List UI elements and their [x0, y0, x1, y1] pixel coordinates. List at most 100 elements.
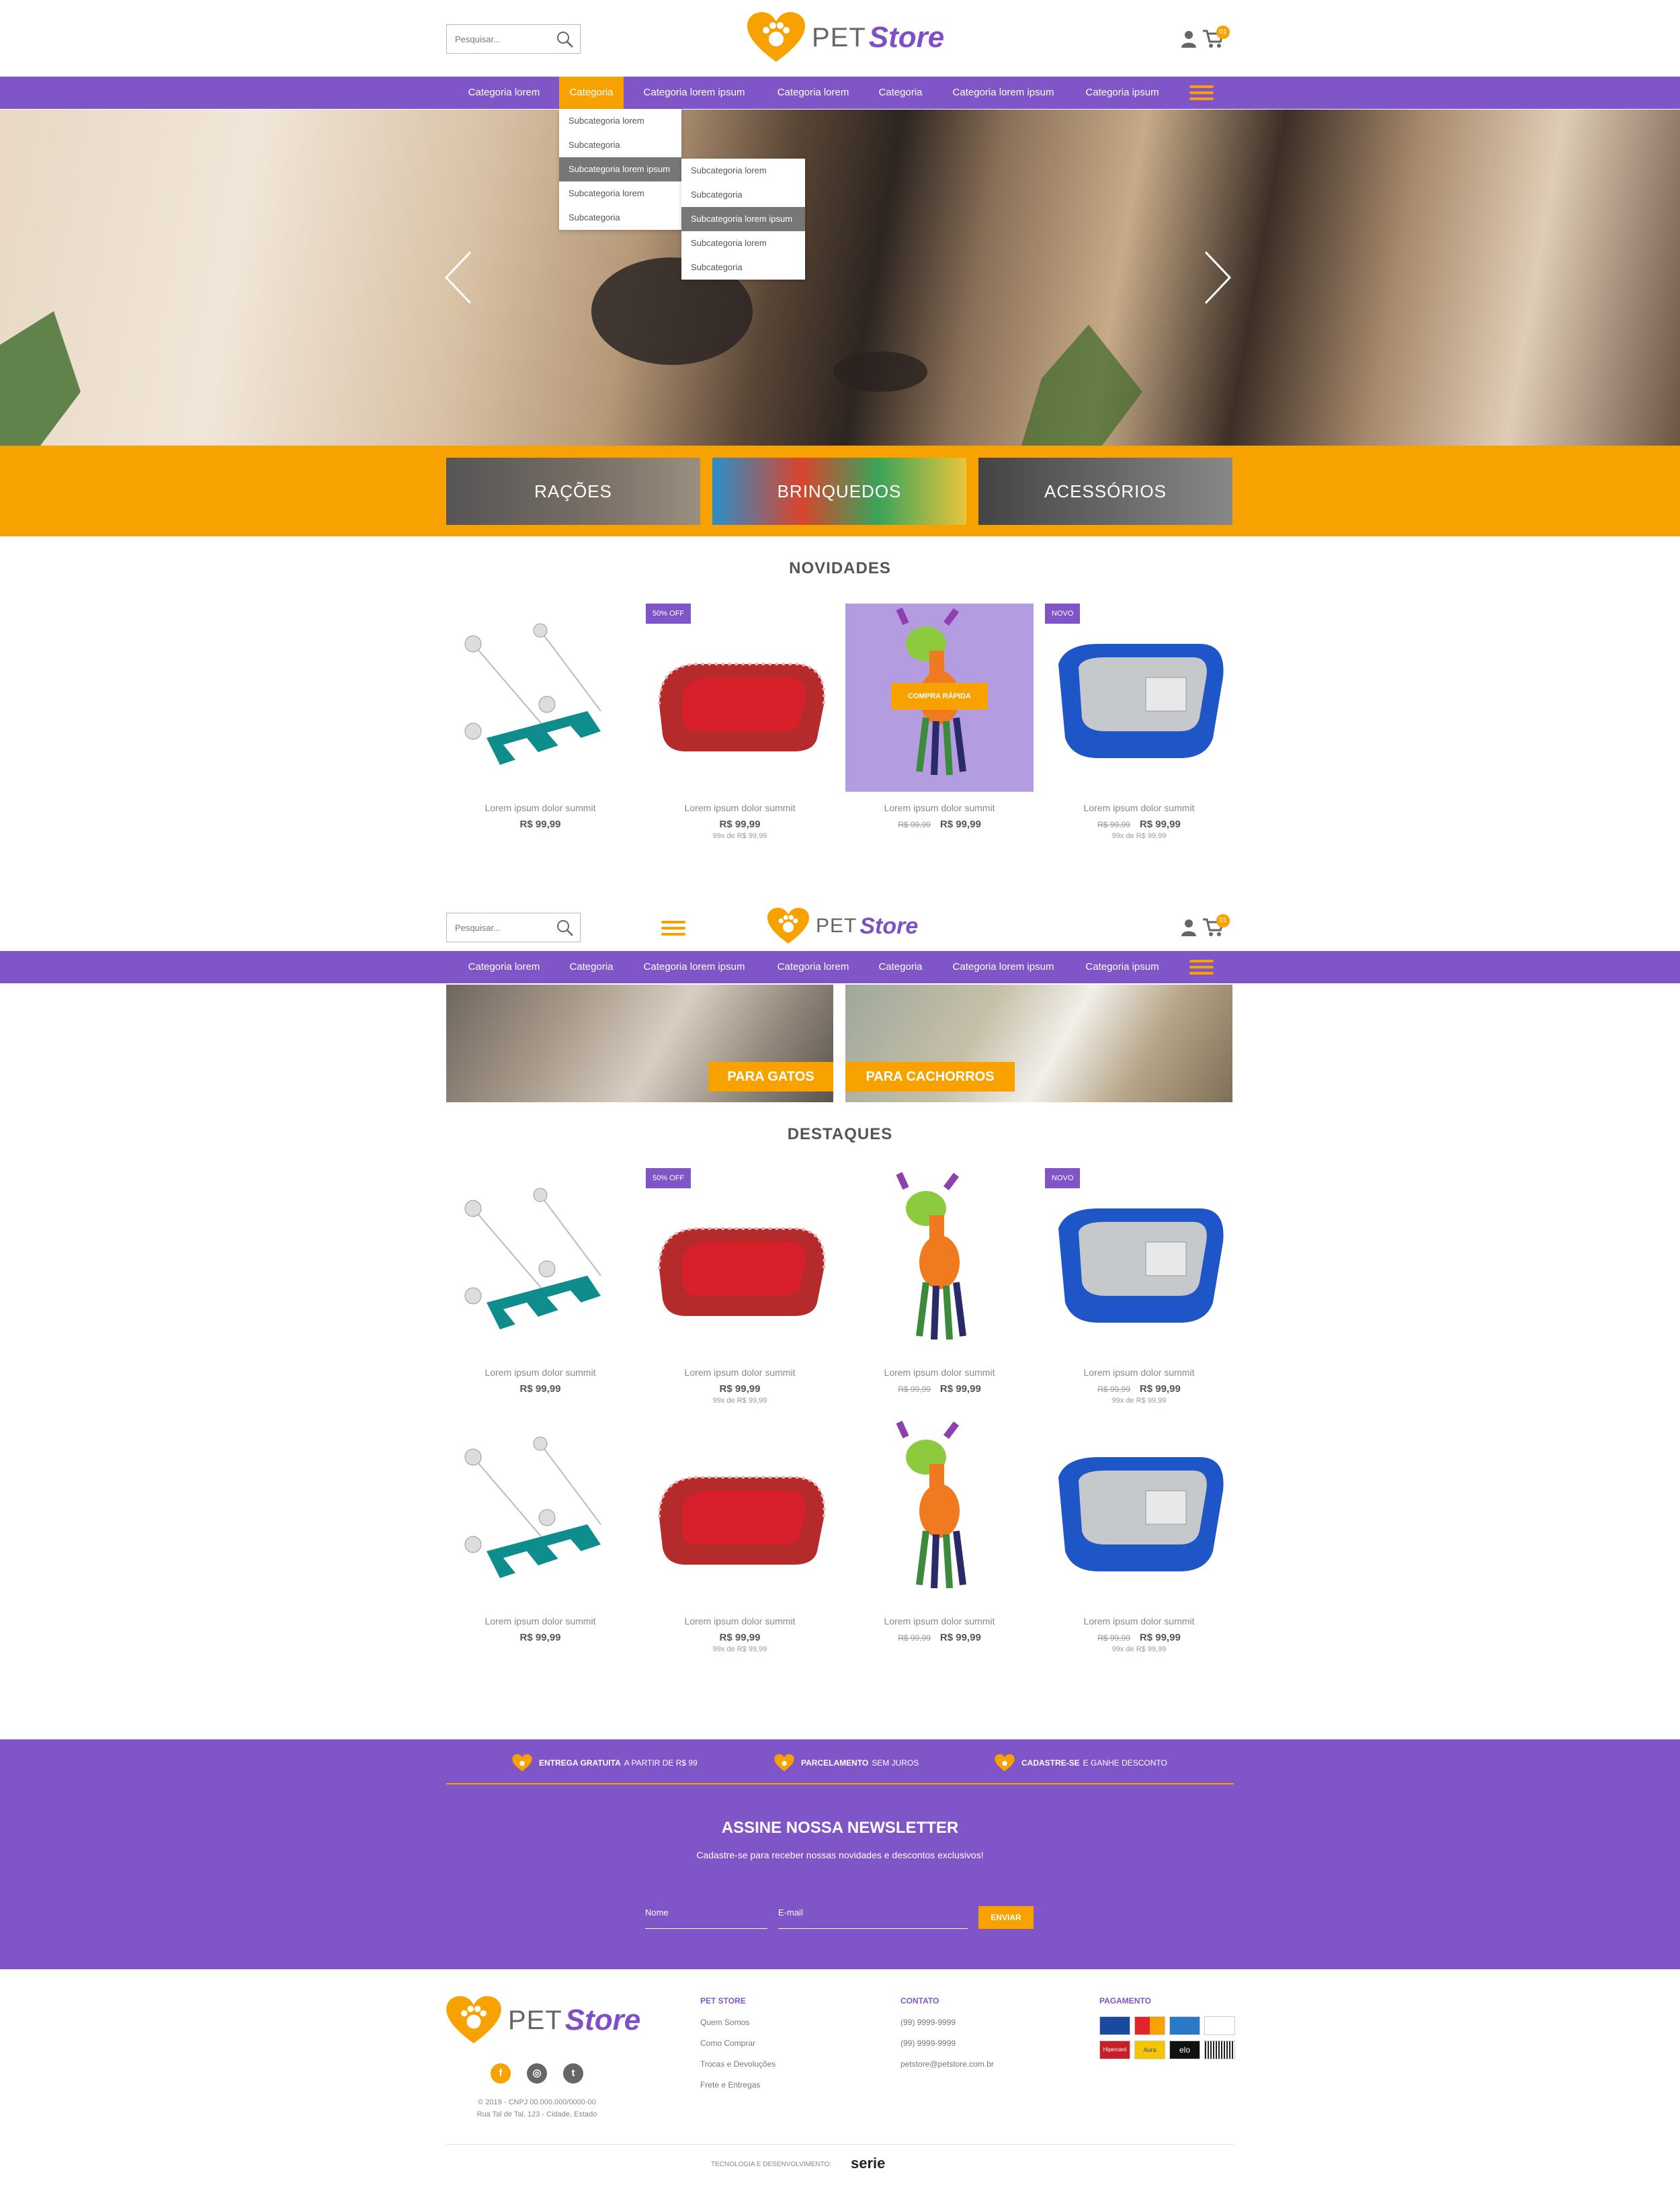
footer-link[interactable]: petstore@petstore.com.br: [900, 2059, 994, 2069]
nav-item[interactable]: Categoria lorem: [450, 951, 558, 983]
product-name[interactable]: Lorem ipsum dolor summit: [446, 802, 634, 813]
logo[interactable]: PET Store: [747, 12, 944, 63]
product-card[interactable]: Lorem ipsum dolor summit R$ 99,99 R$ 99,9…: [1045, 1417, 1233, 1653]
nav-item[interactable]: Categoria: [870, 77, 931, 109]
product-name[interactable]: Lorem ipsum dolor summit: [446, 1616, 634, 1626]
cats-button[interactable]: PARA GATOS: [708, 1062, 833, 1091]
dropdown-item-selected[interactable]: Subcategoria lorem ipsum: [681, 207, 805, 231]
product-card[interactable]: Lorem ipsum dolor summit R$ 99,99: [446, 1417, 634, 1643]
twitter-icon[interactable]: t: [563, 2063, 583, 2084]
product-card[interactable]: Lorem ipsum dolor summit R$ 99,99: [446, 1168, 634, 1395]
dev-label: TECNOLOGIA E DESENVOLVIMENTO:: [711, 2161, 832, 2168]
product-image[interactable]: [446, 604, 634, 792]
category-racoes[interactable]: RAÇÕES: [446, 458, 700, 525]
footer-link[interactable]: (99) 9999-9999: [900, 2018, 994, 2027]
product-price: R$ 99,99: [939, 1632, 981, 1643]
product-card[interactable]: 50% OFF Lorem ipsum dolor summit R$ 99,9…: [646, 604, 834, 840]
instagram-icon[interactable]: ◎: [527, 2063, 547, 2084]
product-image[interactable]: [845, 1168, 1034, 1356]
newsletter-email-input[interactable]: E-mail: [778, 1902, 968, 1929]
product-image[interactable]: [646, 1417, 834, 1605]
nav-item-active[interactable]: Categoria: [559, 77, 624, 109]
product-card[interactable]: NOVO Lorem ipsum dolor summit R$ 99,99 R$…: [1045, 604, 1233, 840]
dropdown-item[interactable]: Subcategoria lorem: [681, 159, 805, 183]
product-image[interactable]: [1045, 1417, 1233, 1605]
product-name[interactable]: Lorem ipsum dolor summit: [1045, 1616, 1233, 1626]
product-card[interactable]: Lorem ipsum dolor summit R$ 99,99 R$ 99,9…: [845, 1417, 1034, 1643]
product-image[interactable]: 50% OFF: [646, 604, 834, 792]
nav-item[interactable]: Categoria lorem ipsum: [632, 77, 757, 109]
footer-link[interactable]: Como Comprar: [700, 2038, 775, 2048]
facebook-icon[interactable]: f: [491, 2063, 511, 2084]
search-icon[interactable]: [556, 30, 575, 49]
search-icon[interactable]: [556, 919, 575, 938]
newsletter-name-input[interactable]: Nome: [645, 1902, 767, 1929]
menu-icon[interactable]: [1189, 960, 1214, 975]
menu-icon[interactable]: [1189, 85, 1214, 100]
nav-item[interactable]: Categoria: [559, 951, 624, 983]
search-input[interactable]: Pesquisar...: [446, 24, 581, 54]
footer-link[interactable]: Frete e Entregas: [700, 2080, 775, 2090]
quick-buy-button[interactable]: COMPRA RÁPIDA: [891, 683, 988, 710]
footer-link[interactable]: Quem Somos: [700, 2018, 775, 2027]
cats-tile[interactable]: PARA GATOS: [446, 985, 833, 1102]
nav-item[interactable]: Categoria lorem: [450, 77, 558, 109]
product-name[interactable]: Lorem ipsum dolor summit: [1045, 1367, 1233, 1378]
product-name[interactable]: Lorem ipsum dolor summit: [845, 1616, 1034, 1626]
product-image[interactable]: 50% OFF: [646, 1168, 834, 1356]
product-image[interactable]: [446, 1417, 634, 1605]
dropdown-item[interactable]: Subcategoria lorem: [559, 181, 681, 206]
dropdown-item[interactable]: Subcategoria: [681, 255, 805, 280]
product-name[interactable]: Lorem ipsum dolor summit: [646, 1616, 834, 1626]
nav-item[interactable]: Categoria lorem ipsum: [632, 951, 757, 983]
dropdown-item[interactable]: Subcategoria: [681, 183, 805, 207]
user-icon[interactable]: [1181, 30, 1196, 48]
product-card[interactable]: Lorem ipsum dolor summit R$ 99,99 R$ 99,9…: [845, 1168, 1034, 1395]
product-name[interactable]: Lorem ipsum dolor summit: [446, 1367, 634, 1378]
product-card[interactable]: NOVO Lorem ipsum dolor summit R$ 99,99 R$…: [1045, 1168, 1233, 1405]
user-icon[interactable]: [1181, 919, 1196, 936]
product-name[interactable]: Lorem ipsum dolor summit: [646, 802, 834, 813]
prev-arrow-icon[interactable]: [444, 251, 473, 304]
product-card[interactable]: Lorem ipsum dolor summit R$ 99,99 99x de…: [646, 1417, 834, 1653]
footer-link[interactable]: (99) 9999-9999: [900, 2038, 994, 2048]
dogs-tile[interactable]: PARA CACHORROS: [845, 985, 1232, 1102]
dropdown-item[interactable]: Subcategoria lorem: [559, 109, 681, 133]
product-image[interactable]: [446, 1168, 634, 1356]
dropdown-item-selected[interactable]: Subcategoria lorem ipsum: [559, 157, 681, 181]
nav-item[interactable]: Categoria lorem: [763, 77, 864, 109]
nav-item[interactable]: Categoria lorem ipsum: [941, 951, 1066, 983]
dropdown-item[interactable]: Subcategoria: [559, 206, 681, 230]
dev-brand-logo[interactable]: serie: [851, 2155, 885, 2172]
product-image[interactable]: [845, 1417, 1034, 1605]
product-image[interactable]: NOVO: [1045, 604, 1233, 792]
main-nav-2: Categoria lorem Categoria Categoria lore…: [0, 951, 1680, 983]
product-name[interactable]: Lorem ipsum dolor summit: [646, 1367, 834, 1378]
product-card[interactable]: Lorem ipsum dolor summit R$ 99,99: [446, 604, 634, 830]
logo[interactable]: PET Store: [767, 907, 918, 945]
product-image[interactable]: COMPRA RÁPIDA: [845, 604, 1034, 792]
product-name[interactable]: Lorem ipsum dolor summit: [845, 802, 1034, 813]
product-image[interactable]: NOVO: [1045, 1168, 1233, 1356]
nav-item[interactable]: Categoria lorem ipsum: [941, 77, 1066, 109]
category-brinquedos[interactable]: BRINQUEDOS: [712, 458, 966, 525]
product-card[interactable]: 50% OFF Lorem ipsum dolor summit R$ 99,9…: [646, 1168, 834, 1405]
dogs-button[interactable]: PARA CACHORROS: [845, 1062, 1015, 1091]
product-name[interactable]: Lorem ipsum dolor summit: [845, 1367, 1034, 1378]
nav-item[interactable]: Categoria: [870, 951, 931, 983]
dropdown-item[interactable]: Subcategoria: [559, 133, 681, 157]
next-arrow-icon[interactable]: [1203, 251, 1232, 304]
nav-item[interactable]: Categoria ipsum: [1075, 77, 1169, 109]
product-card[interactable]: COMPRA RÁPIDA Lorem ipsum dolor summit R…: [845, 604, 1034, 830]
search-input[interactable]: Pesquisar...: [446, 913, 581, 942]
nav-item[interactable]: Categoria ipsum: [1075, 951, 1169, 983]
nav-item[interactable]: Categoria lorem: [763, 951, 864, 983]
footer-logo[interactable]: PET Store: [446, 1996, 640, 2045]
dropdown-item[interactable]: Subcategoria lorem: [681, 231, 805, 255]
product-name[interactable]: Lorem ipsum dolor summit: [1045, 802, 1233, 813]
newsletter-send-button[interactable]: ENVIAR: [978, 1906, 1034, 1929]
category-acessorios[interactable]: ACESSÓRIOS: [978, 458, 1232, 525]
footer-link[interactable]: Trocas e Devoluções: [700, 2059, 775, 2069]
product-price: R$ 99,99: [1139, 819, 1181, 830]
menu-icon[interactable]: [661, 921, 685, 936]
